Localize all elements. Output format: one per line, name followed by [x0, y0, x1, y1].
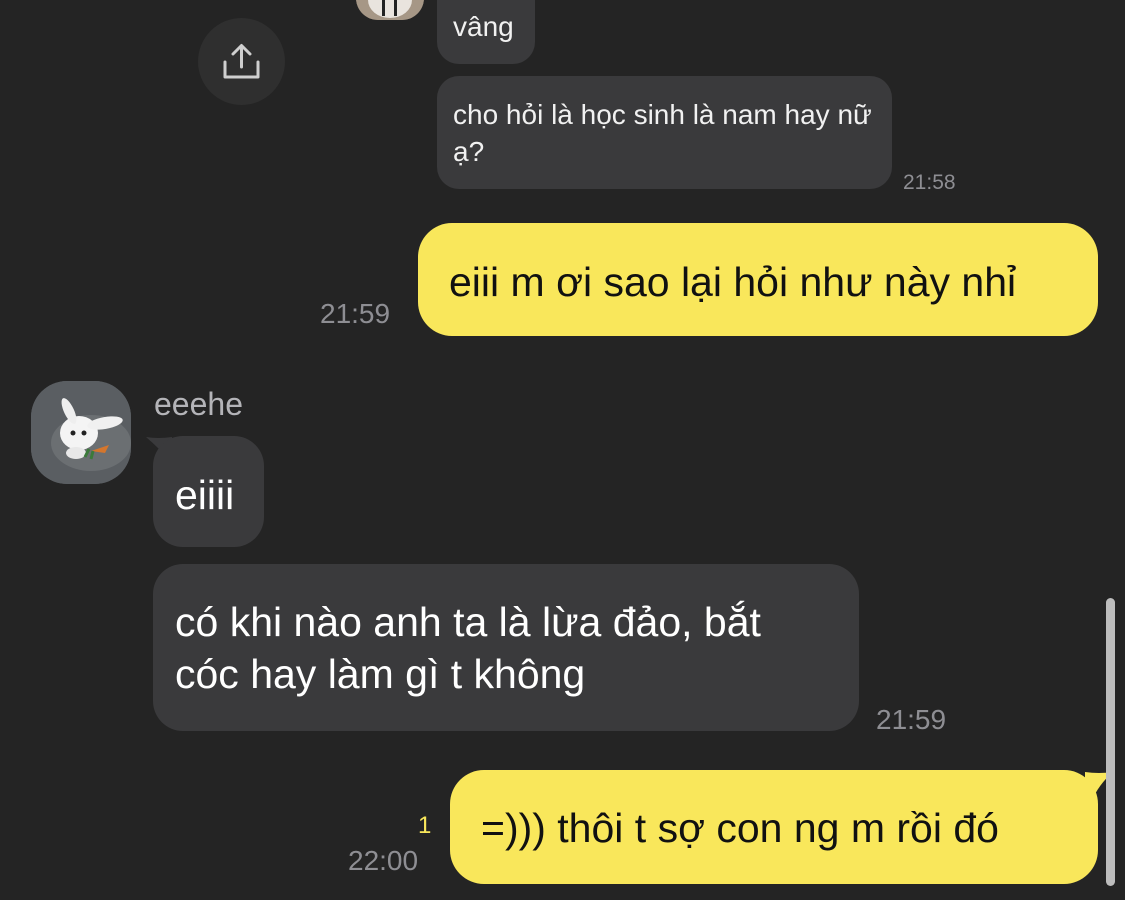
share-button[interactable] — [198, 18, 285, 105]
message-bubble[interactable]: eiiii — [153, 436, 264, 547]
message-timestamp: 22:00 — [348, 845, 419, 876]
scrollbar[interactable] — [1106, 598, 1115, 886]
message-text: có khi nào anh ta là lừa đảo, bắt cóc ha… — [175, 599, 761, 697]
message-text: eiii m ơi sao lại hỏi như này nhỉ — [449, 259, 1017, 305]
message-text: vâng — [453, 11, 514, 42]
message-timestamp: 21:59 — [320, 298, 391, 329]
message-bubble[interactable]: vâng — [437, 0, 535, 64]
message-text: cho hỏi là học sinh là nam hay nữ ạ? — [453, 99, 872, 167]
message-text: =))) thôi t sợ con ng m rồi đó — [481, 805, 999, 851]
message-bubble[interactable]: cho hỏi là học sinh là nam hay nữ ạ? — [437, 76, 892, 189]
sender-name: eeehe — [154, 386, 243, 422]
message-text: eiiii — [175, 472, 235, 518]
bunny-avatar-image — [31, 381, 131, 484]
share-icon — [223, 44, 260, 79]
message-timestamp: 21:58 — [903, 171, 956, 194]
outgoing-message-bubble[interactable]: =))) thôi t sợ con ng m rồi đó — [450, 770, 1098, 884]
message-bubble[interactable]: có khi nào anh ta là lừa đảo, bắt cóc ha… — [153, 564, 859, 731]
unread-count: 1 — [418, 812, 432, 839]
outgoing-message-bubble[interactable]: eiii m ơi sao lại hỏi như này nhỉ — [418, 223, 1098, 336]
message-timestamp: 21:59 — [876, 704, 947, 735]
avatar[interactable] — [356, 0, 424, 20]
sender-avatar[interactable] — [31, 381, 131, 484]
